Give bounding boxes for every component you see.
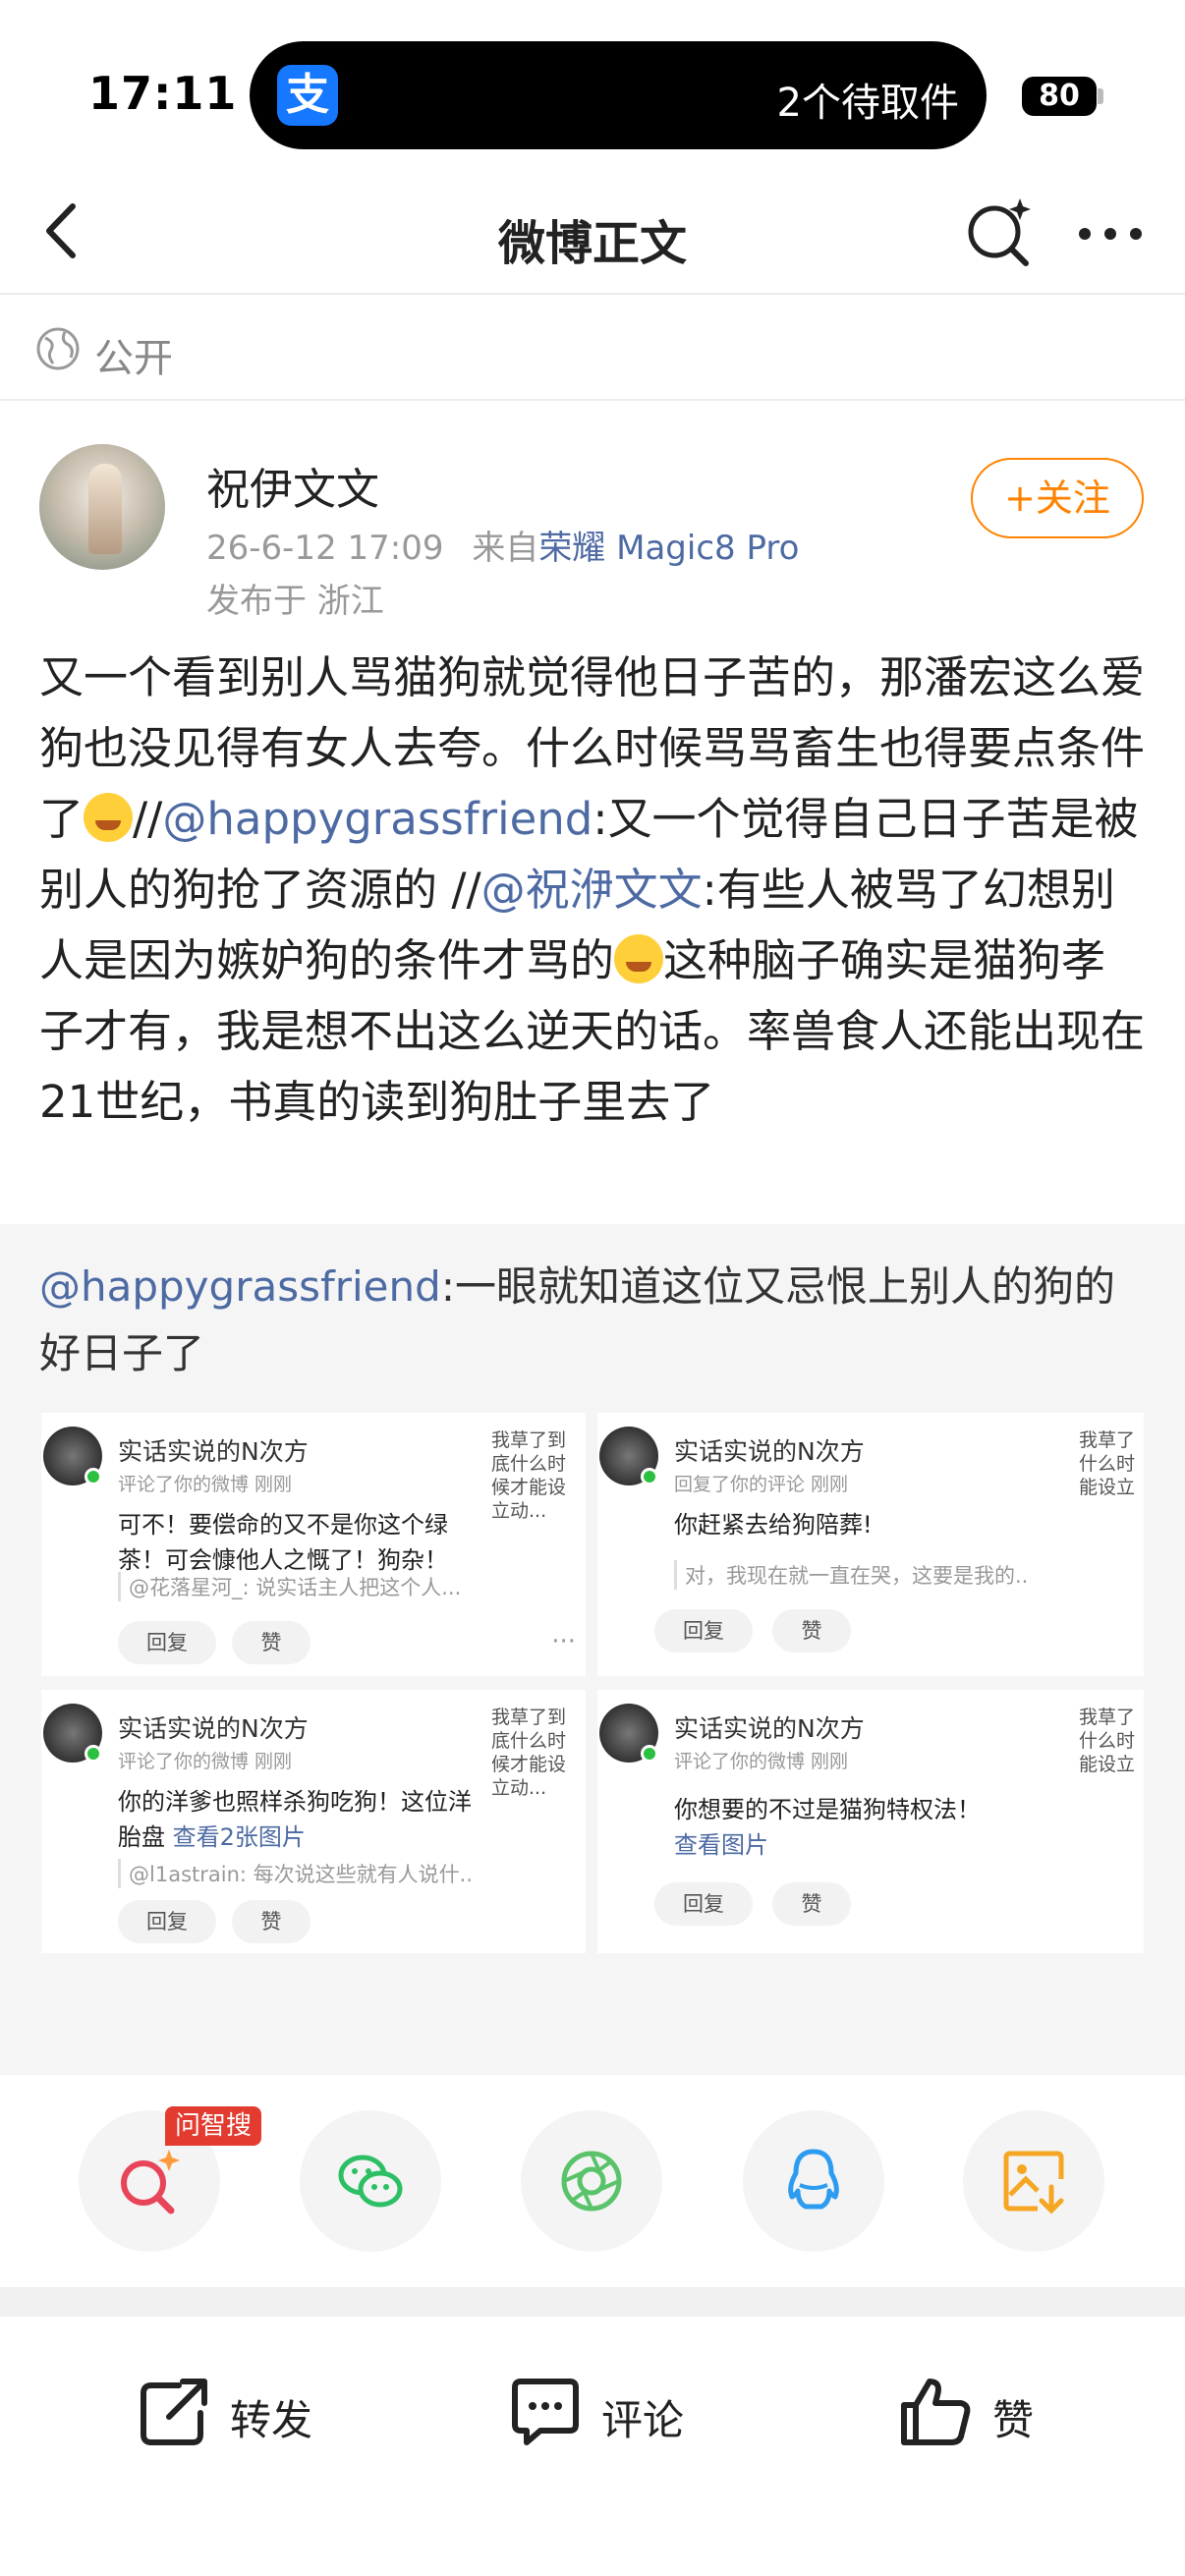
comment-body: 可不！要偿命的又不是你这个绿茶！可会慷他人之慨了！狗杂！ [118,1511,448,1572]
more-icon[interactable] [1071,195,1150,267]
comment-meta: 评论了你的微博 刚刚 [674,1751,849,1772]
author-name[interactable]: 祝伊文文 [206,454,379,517]
laugh-cry-emoji-icon [84,793,134,842]
repost-button[interactable]: 转发 [136,2368,332,2456]
reply-button: 回复 [654,1609,753,1652]
repost-slash: // [133,793,163,845]
battery-icon: 80 [1022,77,1097,116]
repost-slash: // [451,864,481,916]
save-image-icon [1003,2151,1064,2214]
repost-icon [141,2379,207,2445]
comment-button[interactable]: 评论 [507,2368,704,2456]
ai-search-badge: 问智搜 [165,2106,261,2146]
like-label: 赞 [992,2396,1035,2444]
comment-meta: 评论了你的微博 刚刚 [118,1751,293,1772]
island-text: 2个待取件 [776,81,959,126]
comment-meta: 回复了你的评论 刚刚 [674,1474,849,1495]
follow-button[interactable]: +关注 [971,458,1144,538]
comment-body: 你的洋爹也照样杀狗吃狗！这位洋胎盘 查看2张图片 [118,1784,472,1855]
comment-body-text: 你想要的不过是猫狗特权法！ [674,1796,981,1823]
comment-label: 评论 [601,2396,685,2444]
online-dot [85,1745,102,1763]
comment-author: 实话实说的N次方 [118,1437,309,1466]
source-prefix: 来自 [472,529,539,568]
nav-bar: 微博正文 [0,167,1185,295]
like-button: 赞 [232,1900,310,1943]
comment-author: 实话实说的N次方 [674,1437,865,1466]
reply-button: 回复 [118,1900,216,1943]
comment-body: 你想要的不过是猫狗特权法！ 查看图片 [674,1792,1028,1863]
mention-link[interactable]: @祝洢文文 [481,864,703,916]
like-button: 赞 [772,1609,851,1652]
comment-quote: @l1astrain: 每次说这些就有人说什... [118,1859,472,1888]
post-meta: 26-6-12 17:09 来自荣耀 Magic8 Pro [206,521,799,569]
online-dot [641,1745,658,1763]
reply-button: 回复 [654,1882,753,1926]
divider [0,2287,1185,2317]
avatar[interactable] [39,444,165,570]
ai-search-icon[interactable] [963,195,1036,267]
image-grid: 实话实说的N次方 评论了你的微博 刚刚 我草了到底什么时候才能设立动... 可不… [41,1413,1144,1953]
image-thumbnail[interactable]: 实话实说的N次方 评论了你的微博 刚刚 我草了什么时能设立 你想要的不过是猫狗特… [597,1690,1144,1953]
moments-icon [561,2151,622,2212]
comment-author: 实话实说的N次方 [118,1714,309,1743]
post-text: 又一个看到别人骂猫狗就觉得他日子苦的，那潘宏这么爱狗也没见得有女人去夸。什么时候… [39,643,1150,1138]
image-thumbnail[interactable]: 实话实说的N次方 评论了你的微博 刚刚 我草了到底什么时候才能设立动... 可不… [41,1413,586,1572]
avatar-figure [88,464,122,554]
alipay-icon: 支 [277,65,338,126]
view-images-link: 查看2张图片 [172,1823,306,1851]
reply-button: 回复 [118,1621,216,1664]
laugh-cry-emoji-icon [614,934,664,983]
comment-quote: @花落星河_: 说实话主人把这个人... [118,1572,472,1601]
like-button[interactable]: 赞 [898,2368,1055,2456]
globe-icon [35,326,81,371]
comment-body: 你赶紧去给狗陪葬! [674,1511,873,1539]
comment-preview: 我草了到底什么时候才能设立动... [491,1429,567,1522]
thumbs-up-icon [901,2379,971,2445]
qq-icon [788,2149,839,2210]
comment-preview: 我草了什么时能设立 [1079,1707,1136,1775]
original-post[interactable]: @happygrassfriend:一眼就知道这位又忌恨上别人的狗的好日子了 实… [0,1224,1185,2518]
qq-share[interactable] [743,2110,884,2252]
repost-label: 转发 [230,2396,313,2444]
wechat-share[interactable] [300,2110,441,2252]
comment-preview: 我草了到底什么时候才能设立动... [491,1707,567,1799]
bottom-action-bar: 转发 评论 赞 [0,2317,1185,2576]
image-thumbnail[interactable]: 实话实说的N次方 评论了你的微博 刚刚 我草了到底什么时候才能设立动... 你的… [41,1690,586,1953]
comment-preview: 我草了什么时能设立 [1079,1429,1136,1498]
image-thumbnail-lower[interactable]: @花落星河_: 说实话主人把这个人... 回复 赞 ··· [41,1572,586,1676]
dynamic-island[interactable]: 支 2个待取件 [250,41,987,149]
battery-tip [1098,88,1103,104]
post-location: 发布于 浙江 [206,582,384,621]
online-dot [641,1468,658,1485]
original-post-text: @happygrassfriend:一眼就知道这位又忌恨上别人的狗的好日子了 [39,1254,1150,1387]
wechat-icon [338,2155,403,2208]
comment-author: 实话实说的N次方 [674,1714,865,1743]
more-icon: ··· [551,1627,576,1656]
ai-search-icon [121,2150,180,2214]
like-button: 赞 [232,1621,310,1664]
status-bar: 17:11 支 2个待取件 80 [0,0,1185,167]
post-source[interactable]: 荣耀 Magic8 Pro [538,529,799,568]
moments-share[interactable] [521,2110,662,2252]
post-time: 26-6-12 17:09 [206,529,444,568]
status-time: 17:11 [88,67,238,120]
comment-icon [512,2379,579,2445]
visibility-row: 公开 [0,297,1185,401]
view-images-link: 查看图片 [674,1831,768,1859]
visibility-label: 公开 [94,336,173,381]
mention-link[interactable]: @happygrassfriend [162,793,592,845]
save-image-share[interactable] [963,2110,1104,2252]
image-thumbnail[interactable]: 实话实说的N次方 回复了你的评论 刚刚 我草了什么时能设立 你赶紧去给狗陪葬! … [597,1413,1144,1676]
like-button: 赞 [772,1882,851,1926]
comment-quote: 对，我现在就一直在哭，这要是我的... [674,1560,1028,1590]
online-dot [85,1468,102,1485]
mention-link[interactable]: @happygrassfriend [39,1262,441,1311]
comment-meta: 评论了你的微博 刚刚 [118,1474,293,1495]
